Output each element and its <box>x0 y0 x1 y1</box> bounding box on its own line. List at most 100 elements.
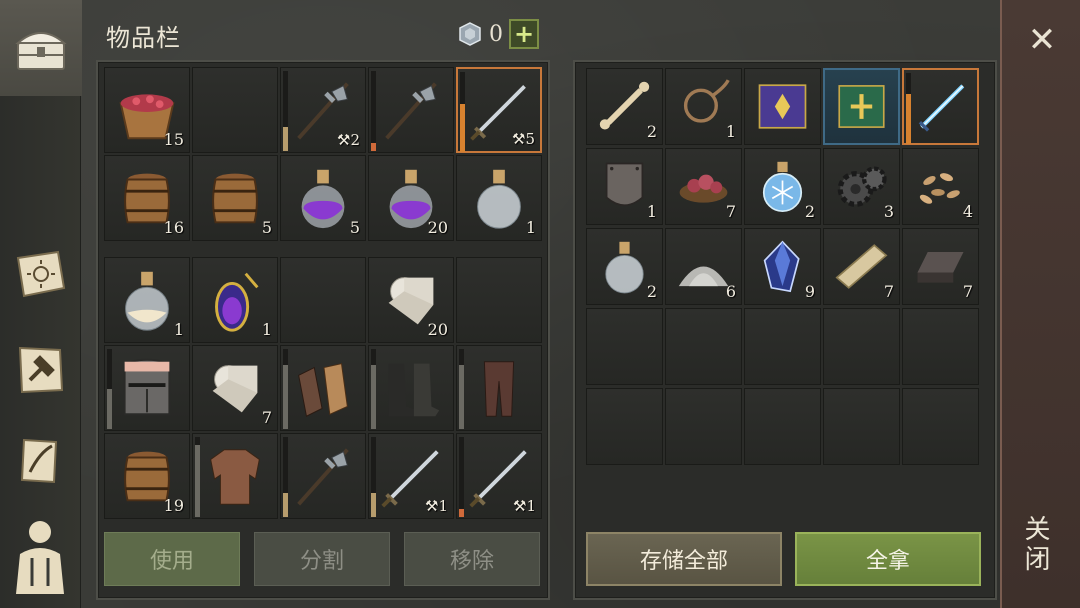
item-slot[interactable]: ⚒2 <box>280 67 366 153</box>
item-quantity: 7 <box>962 282 973 301</box>
item-slot[interactable]: ⚒1 <box>456 433 542 519</box>
item-slot[interactable]: 7 <box>823 228 900 305</box>
item-slot[interactable]: 2 <box>744 148 821 225</box>
item-slot[interactable] <box>368 67 454 153</box>
item-quantity: 16 <box>163 218 184 237</box>
empty-slot[interactable] <box>586 308 663 385</box>
item-slot[interactable]: 1 <box>586 148 663 225</box>
item-slot[interactable]: ⚒1 <box>368 433 454 519</box>
item-slot[interactable] <box>192 433 278 519</box>
item-slot[interactable] <box>902 68 979 145</box>
item-quantity: 7 <box>261 408 272 427</box>
item-slot[interactable] <box>744 68 821 145</box>
sidebar-item-character[interactable] <box>6 520 74 594</box>
item-slot[interactable]: 5 <box>192 155 278 241</box>
barrel-icon <box>199 162 271 234</box>
item-slot[interactable] <box>104 345 190 431</box>
item-quantity: 2 <box>646 282 657 301</box>
empty-slot[interactable] <box>586 388 663 465</box>
empty-slot[interactable] <box>823 308 900 385</box>
item-slot[interactable]: 15 <box>104 67 190 153</box>
plus-icon: + <box>513 20 535 48</box>
add-currency-button[interactable]: + <box>509 19 539 49</box>
item-durability-count: ⚒2 <box>337 131 360 149</box>
item-quantity: 9 <box>804 282 815 301</box>
sidebar-item-crafting[interactable] <box>6 336 74 404</box>
item-quantity: 20 <box>427 320 448 339</box>
item-quantity: 3 <box>883 202 894 221</box>
item-slot[interactable]: 6 <box>665 228 742 305</box>
container-grid: 2 1 1 7 2 3 4 2 6 9 7 7 <box>586 68 979 465</box>
item-slot[interactable] <box>280 345 366 431</box>
sidebar-item-skills[interactable] <box>6 240 74 308</box>
chest-icon <box>15 32 67 70</box>
item-slot[interactable] <box>280 433 366 519</box>
use-button[interactable]: 使用 <box>104 532 240 586</box>
remove-button-label: 移除 <box>449 549 494 574</box>
amulet-flask-icon <box>199 264 271 336</box>
item-quantity: 6 <box>725 282 736 301</box>
item-slot[interactable]: 7 <box>665 148 742 225</box>
remove-button[interactable]: 移除 <box>404 532 540 586</box>
halberd-icon <box>375 74 447 146</box>
item-quantity: 1 <box>725 122 736 141</box>
item-slot[interactable]: 3 <box>823 148 900 225</box>
empty-slot[interactable] <box>665 308 742 385</box>
empty-slot[interactable] <box>902 388 979 465</box>
empty-slot[interactable] <box>744 308 821 385</box>
item-slot[interactable]: 2 <box>586 68 663 145</box>
page-title: 物品栏 <box>106 24 181 52</box>
item-slot[interactable] <box>368 345 454 431</box>
item-slot[interactable]: 20 <box>368 257 454 343</box>
item-slot[interactable] <box>823 68 900 145</box>
item-slot[interactable]: 2 <box>586 228 663 305</box>
empty-slot[interactable] <box>823 388 900 465</box>
item-slot[interactable] <box>456 345 542 431</box>
take-all-button[interactable]: 全拿 <box>795 532 981 586</box>
item-slot[interactable]: 7 <box>902 228 979 305</box>
item-quantity: 1 <box>173 320 184 339</box>
empty-slot[interactable] <box>192 67 278 153</box>
item-slot[interactable]: 16 <box>104 155 190 241</box>
empty-slot[interactable] <box>456 257 542 343</box>
item-slot[interactable]: 4 <box>902 148 979 225</box>
item-quantity: 7 <box>725 202 736 221</box>
item-slot[interactable]: ⚒5 <box>456 67 542 153</box>
item-slot[interactable]: 1 <box>192 257 278 343</box>
close-panel[interactable]: ✕ 关闭 <box>1000 0 1080 608</box>
empty-slot[interactable] <box>280 257 366 343</box>
empty-slot[interactable] <box>902 308 979 385</box>
boots-icon <box>375 352 447 424</box>
item-quantity: 20 <box>427 218 448 237</box>
item-slot[interactable]: 5 <box>280 155 366 241</box>
item-durability-count: ⚒1 <box>425 497 448 515</box>
item-durability-count: ⚒5 <box>512 130 535 148</box>
currency-count: 0 <box>489 21 503 47</box>
currency-display: 0 + <box>457 19 539 49</box>
split-button[interactable]: 分割 <box>254 532 390 586</box>
item-durability-count: ⚒1 <box>513 497 536 515</box>
sidebar-item-inventory[interactable] <box>0 0 82 96</box>
store-all-button[interactable]: 存储全部 <box>586 532 782 586</box>
store-all-label: 存储全部 <box>639 549 728 574</box>
item-slot[interactable]: 7 <box>192 345 278 431</box>
purple-book-icon <box>751 75 814 138</box>
item-slot[interactable]: 19 <box>104 433 190 519</box>
item-slot[interactable]: 1 <box>456 155 542 241</box>
close-label[interactable]: 关闭 <box>1020 515 1054 575</box>
split-button-label: 分割 <box>299 549 344 574</box>
item-slot[interactable]: 1 <box>665 68 742 145</box>
milk-flask-icon <box>111 264 183 336</box>
item-quantity: 19 <box>163 496 184 515</box>
close-icon[interactable]: ✕ <box>1022 20 1062 60</box>
item-slot[interactable]: 20 <box>368 155 454 241</box>
item-quantity: 1 <box>525 218 536 237</box>
item-quantity: 1 <box>261 320 272 339</box>
sidebar-item-quests[interactable] <box>6 428 74 496</box>
item-slot[interactable]: 1 <box>104 257 190 343</box>
item-quantity: 7 <box>883 282 894 301</box>
empty-slot[interactable] <box>665 388 742 465</box>
item-slot[interactable]: 9 <box>744 228 821 305</box>
empty-slot[interactable] <box>744 388 821 465</box>
item-quantity: 15 <box>163 130 184 149</box>
